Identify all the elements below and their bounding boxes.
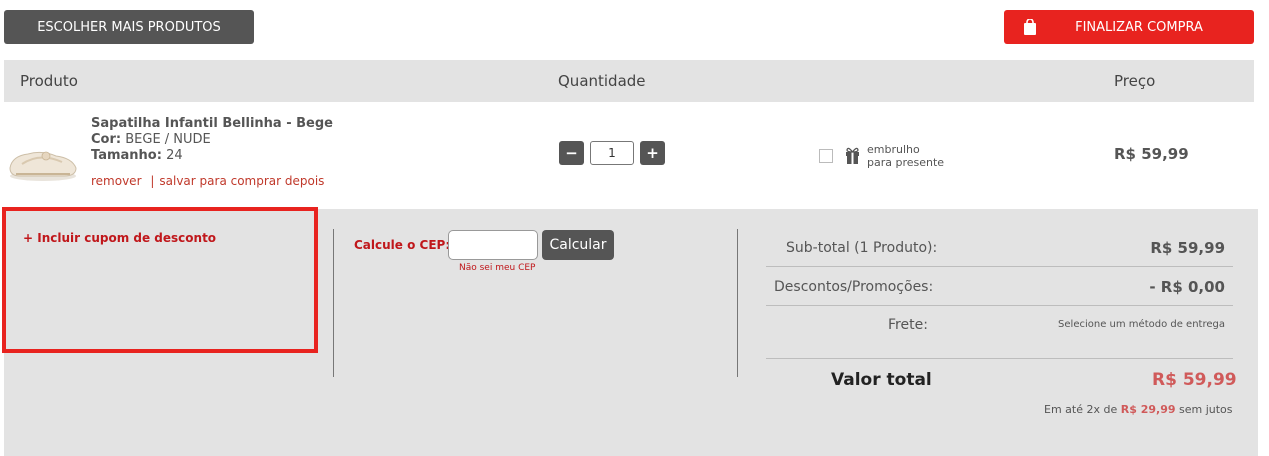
continue-shopping-button[interactable]: ESCOLHER MAIS PRODUTOS [4, 10, 254, 44]
divider-left [333, 229, 334, 377]
actions-separator: | [150, 174, 155, 188]
unknown-cep-link[interactable]: Não sei meu CEP [459, 263, 535, 273]
discount-label: Descontos/Promoções: [774, 279, 934, 295]
product-color-label: Cor: [91, 132, 122, 147]
item-price: R$ 59,99 [1114, 145, 1189, 163]
product-size-value: 24 [166, 148, 183, 163]
installments-text: Em até 2x de R$ 29,99 sem jutos [1044, 403, 1233, 416]
freight-row: Frete: Selecione um método de entrega [766, 306, 1233, 359]
remove-link[interactable]: remover [91, 174, 142, 188]
discount-row: Descontos/Promoções: - R$ 0,00 [766, 267, 1233, 306]
checkout-button[interactable]: FINALIZAR COMPRA [1004, 10, 1254, 44]
subtotal-label: Sub-total (1 Produto): [786, 240, 938, 256]
cep-input[interactable] [448, 230, 538, 260]
quantity-increase-button[interactable]: + [640, 141, 665, 165]
header-product: Produto [20, 72, 78, 90]
shopping-bag-icon [1024, 19, 1036, 35]
product-name[interactable]: Sapatilha Infantil Bellinha - Bege [91, 116, 333, 131]
quantity-decrease-button[interactable]: − [559, 141, 584, 165]
shipping-cep-label: Calcule o CEP: [354, 238, 451, 252]
discount-value: - R$ 0,00 [1149, 278, 1225, 296]
gift-icon [846, 147, 859, 164]
checkout-label: FINALIZAR COMPRA [1075, 19, 1203, 35]
product-size-label: Tamanho: [91, 148, 162, 163]
quantity-input[interactable] [590, 141, 634, 165]
continue-shopping-label: ESCOLHER MAIS PRODUTOS [37, 19, 221, 35]
calculate-shipping-button[interactable]: Calcular [542, 230, 614, 260]
save-for-later-link[interactable]: salvar para comprar depois [159, 174, 324, 188]
divider-right [737, 229, 738, 377]
product-color-value: BEGE / NUDE [125, 132, 211, 147]
installments-prefix: Em até 2x de [1044, 403, 1118, 416]
product-size: Tamanho: 24 [91, 148, 183, 163]
product-color: Cor: BEGE / NUDE [91, 132, 211, 147]
include-coupon-link[interactable]: + Incluir cupom de desconto [23, 231, 216, 245]
subtotal-value: R$ 59,99 [1150, 239, 1225, 257]
coupon-highlight-box [2, 207, 318, 353]
total-value: R$ 59,99 [1152, 370, 1237, 390]
header-quantity: Quantidade [558, 72, 646, 90]
cart-table-header: Produto Quantidade Preço [4, 60, 1254, 102]
installments-suffix: sem jutos [1179, 403, 1233, 416]
freight-value[interactable]: Selecione um método de entrega [1058, 319, 1225, 330]
installments-amount: R$ 29,99 [1120, 403, 1176, 416]
product-actions: remover | salvar para comprar depois [91, 174, 324, 188]
shoe-product-image[interactable] [6, 138, 80, 182]
gift-wrap-checkbox[interactable] [819, 149, 833, 163]
gift-wrap-label-line2: para presente [867, 156, 945, 169]
freight-label: Frete: [888, 317, 928, 333]
gift-wrap-label-line1: embrulho [867, 143, 920, 156]
gift-wrap-label: embrulho para presente [867, 143, 944, 169]
header-price: Preço [1114, 72, 1156, 90]
total-label: Valor total [831, 370, 932, 390]
subtotal-row: Sub-total (1 Produto): R$ 59,99 [766, 229, 1233, 267]
